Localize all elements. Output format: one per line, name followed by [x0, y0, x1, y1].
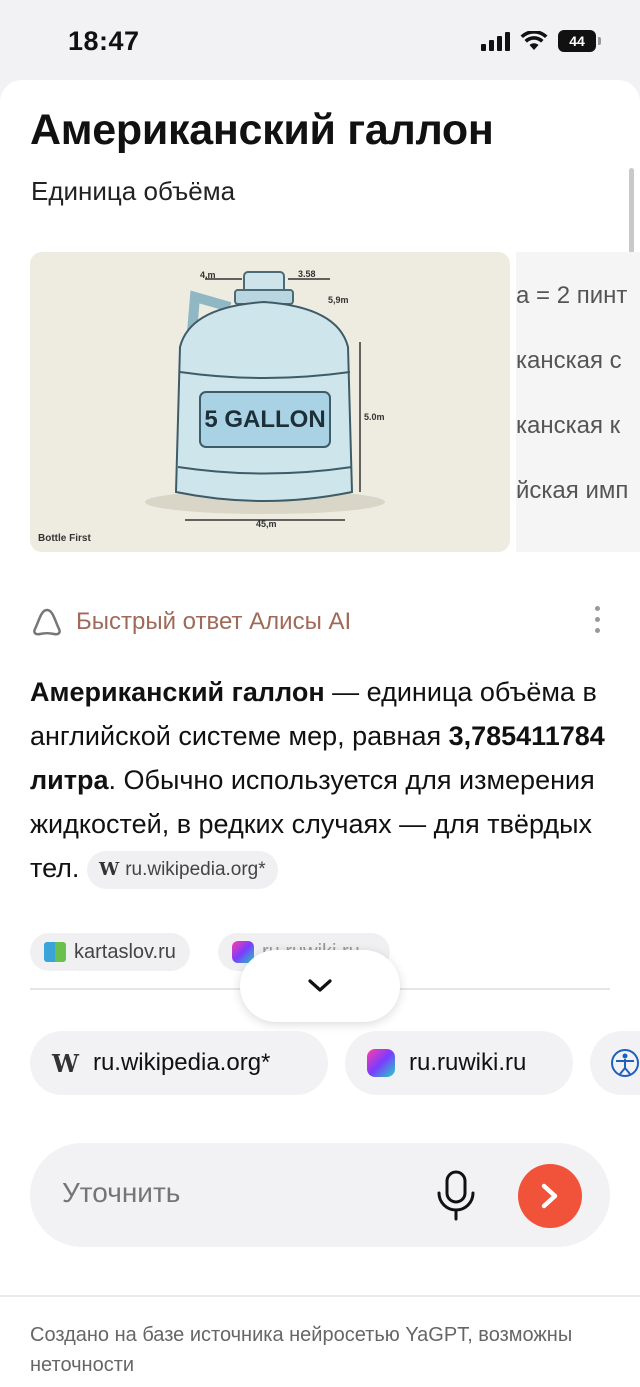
- table-line: канская к: [516, 412, 621, 439]
- dim-label: 3.58: [298, 269, 316, 279]
- source-pill-label: ru.ruwiki.ru: [409, 1049, 527, 1076]
- expand-answer-button[interactable]: [240, 950, 400, 1022]
- chevron-down-icon: [308, 979, 332, 992]
- status-bar: 18:47 44: [0, 0, 640, 80]
- microphone-icon[interactable]: [434, 1169, 478, 1221]
- more-options-icon[interactable]: [595, 606, 600, 633]
- jug-illustration: 5 GALLON 4,m 3.58 5,9m 5.0m 45,m: [145, 269, 385, 529]
- disclaimer-text: Создано на базе источника нейросетью YaG…: [30, 1324, 573, 1376]
- dim-label: 5.0m: [364, 412, 385, 422]
- table-line: а = 2 пинт: [516, 282, 628, 309]
- alisa-answer-header: Быстрый ответ Алисы AI: [30, 604, 610, 640]
- status-icons: 44: [481, 30, 601, 52]
- wikipedia-icon: W: [98, 858, 120, 880]
- vitruvian-icon: [611, 1049, 639, 1077]
- jug-label: 5 GALLON: [204, 406, 325, 433]
- battery-icon: 44: [558, 30, 601, 52]
- answer-text: Американский галлон — единица объёма в а…: [30, 670, 610, 890]
- alisa-icon: [33, 608, 61, 636]
- table-line: канская с: [516, 347, 622, 374]
- chevron-right-icon: [541, 1183, 558, 1209]
- page-subtitle: Единица объёма: [31, 176, 236, 206]
- source-pill-label: ru.wikipedia.org*: [92, 1049, 271, 1076]
- status-time: 18:47: [68, 26, 140, 56]
- conversion-table-image[interactable]: а = 2 пинт канская с канская к йская имп: [516, 252, 640, 552]
- image-caption: Bottle First: [38, 533, 91, 544]
- send-button[interactable]: [518, 1164, 582, 1228]
- dim-label: 4,m: [200, 270, 216, 280]
- wifi-icon: [520, 31, 548, 50]
- footer-divider: [0, 1295, 640, 1297]
- page-title: Американский галлон: [30, 106, 494, 154]
- refine-input-bar: [30, 1143, 610, 1247]
- dim-label: 45,m: [256, 519, 277, 529]
- source-label: ru.wikipedia.org*: [125, 858, 266, 880]
- book-icon: [44, 942, 66, 962]
- inline-source-kartaslov[interactable]: kartaslov.ru: [30, 933, 190, 971]
- table-line: йская имп: [516, 477, 629, 504]
- alisa-label: Быстрый ответ Алисы AI: [76, 608, 352, 635]
- dim-label: 5,9m: [328, 295, 349, 305]
- wikipedia-icon: W: [52, 1048, 79, 1078]
- cellular-signal-icon: [481, 31, 510, 51]
- source-pill-ruwiki[interactable]: ru.ruwiki.ru: [345, 1031, 573, 1095]
- source-pill-wikipedia[interactable]: W ru.wikipedia.org*: [30, 1031, 328, 1095]
- inline-source-wikipedia[interactable]: W ru.wikipedia.org*: [86, 850, 278, 889]
- gallon-jug-image[interactable]: 5 GALLON 4,m 3.58 5,9m 5.0m 45,m Bottle …: [30, 252, 510, 552]
- ruwiki-icon: [367, 1049, 395, 1077]
- source-label: kartaslov.ru: [74, 940, 176, 963]
- answer-term: Американский галлон: [30, 677, 325, 707]
- refine-input[interactable]: [62, 1177, 362, 1209]
